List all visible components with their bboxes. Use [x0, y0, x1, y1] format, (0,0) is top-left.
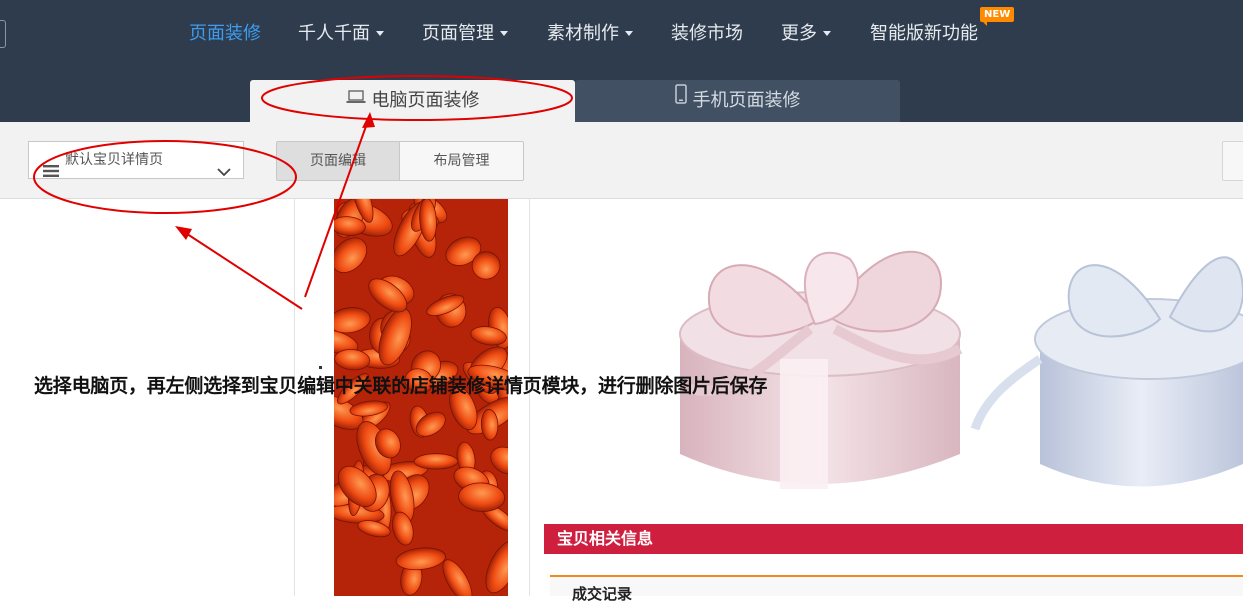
instruction-annotation: 选择电脑页，再左侧选择到宝贝编辑中关联的店铺装修详情页模块，进行删除图片后保存 — [34, 375, 768, 397]
product-info-header: 宝贝相关信息 — [544, 524, 1243, 554]
phone-icon — [674, 78, 687, 120]
page-select-dropdown[interactable]: 默认宝贝详情页 — [28, 141, 244, 179]
record-panel — [550, 577, 1243, 596]
nav-item-smart-features[interactable]: 智能版新功能 — [870, 22, 978, 46]
page-edit-button[interactable]: 页面编辑 — [276, 141, 400, 181]
caret-down-icon — [823, 30, 831, 36]
nav-item-personalization[interactable]: 千人千面 — [298, 22, 384, 46]
new-badge: NEW — [980, 7, 1015, 26]
chevron-down-icon — [217, 155, 231, 191]
transaction-record-title: 成交记录 — [572, 585, 633, 603]
orange-divider — [550, 575, 1243, 577]
nav-item-page-decoration[interactable]: 页面装修 — [189, 22, 261, 46]
tab-pc-decoration[interactable]: 电脑页面装修 — [250, 80, 575, 122]
editor-toolbar: 默认宝贝详情页 页面编辑 布局管理 — [0, 122, 1243, 199]
gift-boxes-image[interactable] — [640, 199, 1243, 499]
layout-management-button[interactable]: 布局管理 — [400, 141, 524, 181]
nav-item-page-management[interactable]: 页面管理 — [422, 22, 508, 46]
caret-down-icon — [625, 30, 633, 36]
nav-item-material-making[interactable]: 素材制作 — [547, 22, 633, 46]
caret-down-icon — [500, 30, 508, 36]
nav-item-decoration-market[interactable]: 装修市场 — [671, 22, 743, 46]
toolbar-right-button[interactable] — [1222, 141, 1243, 181]
tab-mobile-decoration[interactable]: 手机页面装修 — [575, 80, 900, 122]
caret-down-icon — [376, 30, 384, 36]
page-select-value: 默认宝贝详情页 — [65, 152, 163, 168]
top-navbar: 页面装修 千人千面 页面管理 素材制作 装修市场 更多 智能版新功能 NEW 电… — [0, 0, 1243, 122]
laptop-icon — [346, 78, 366, 120]
nav-item-more[interactable]: 更多 — [781, 22, 831, 46]
left-edge-control[interactable] — [0, 20, 6, 48]
menu-icon — [43, 155, 59, 191]
